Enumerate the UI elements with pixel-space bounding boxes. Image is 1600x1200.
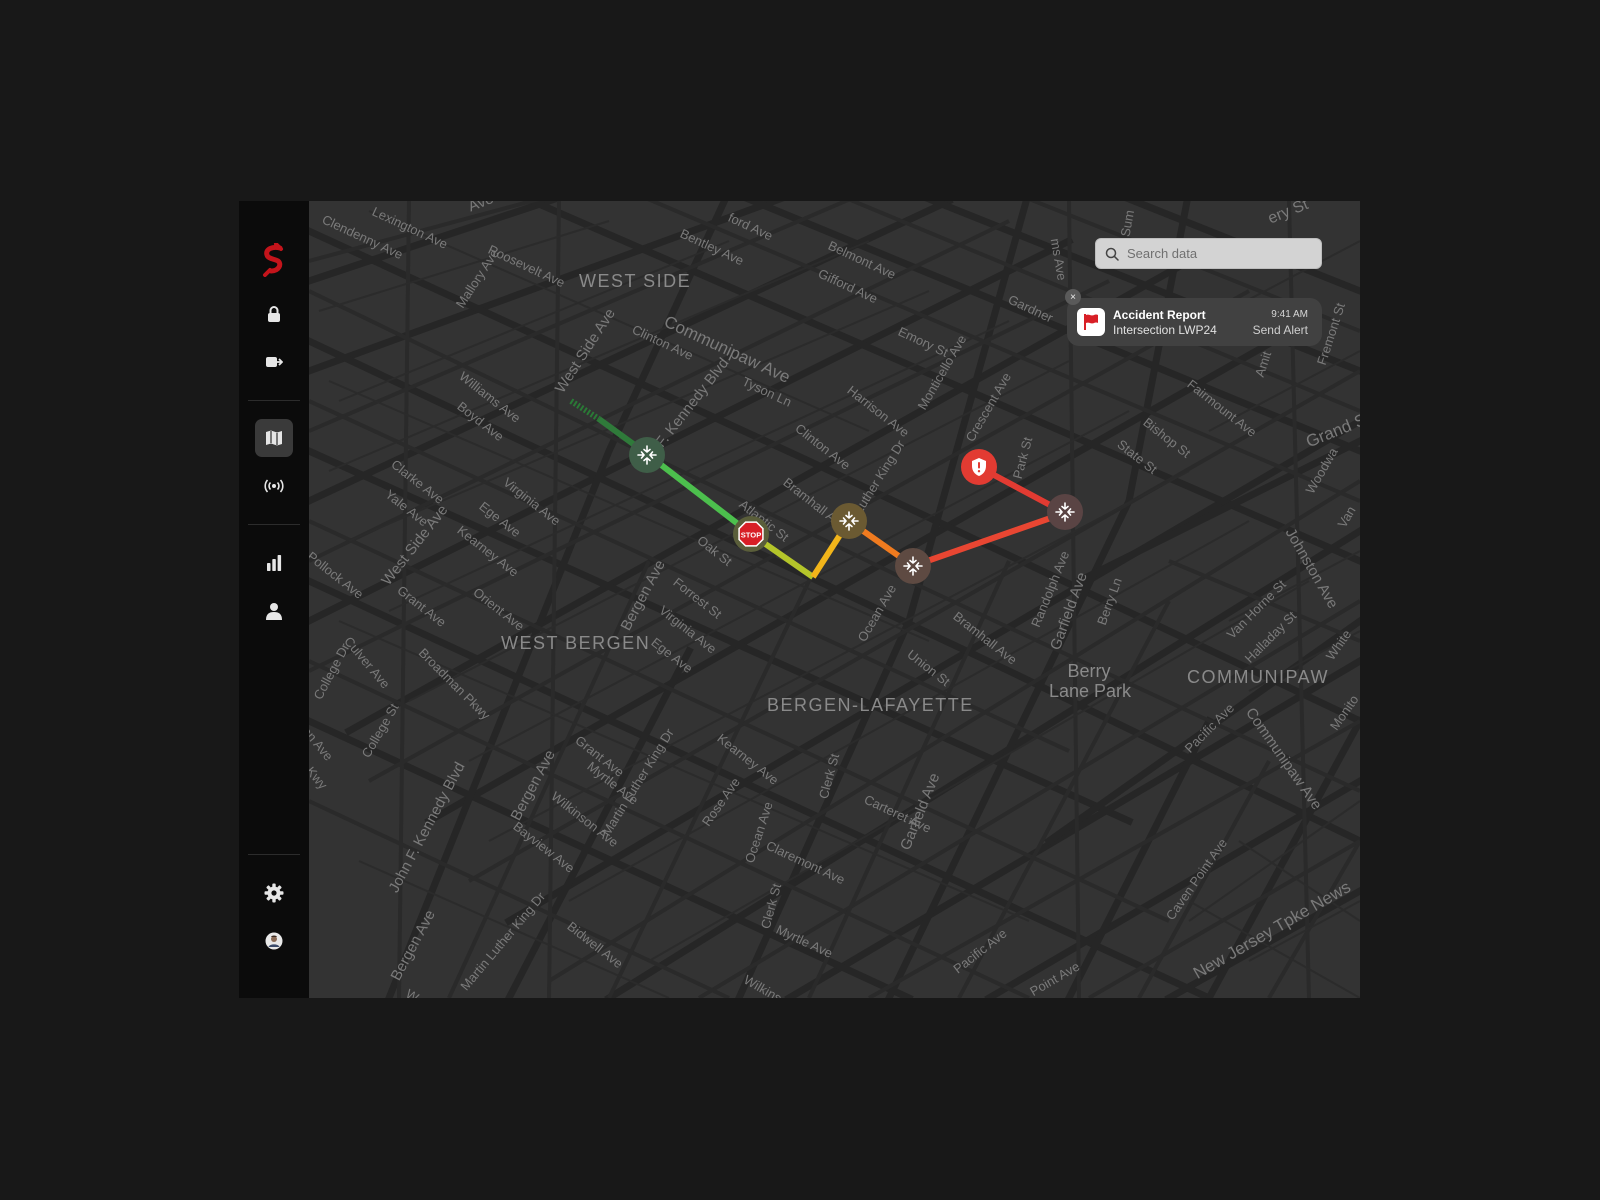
map-view[interactable]: Clendenny Ave Lexington Ave Ave Roosevel… [309, 201, 1360, 998]
sidebar-item-analytics[interactable] [255, 544, 293, 582]
route-marker-incident[interactable] [961, 449, 997, 485]
route-segment [912, 510, 1066, 569]
sidebar-divider [248, 854, 300, 855]
stop-sign-icon: STOP [738, 521, 764, 547]
svg-text:STOP: STOP [741, 530, 762, 539]
route-marker-merge[interactable] [895, 548, 931, 584]
route-segment [645, 451, 753, 537]
search-icon [1105, 247, 1119, 261]
sidebar-item-map[interactable] [255, 419, 293, 457]
brand-logo[interactable] [259, 242, 289, 277]
merge-arrows-icon [903, 556, 923, 576]
alert-subtitle: Intersection LWP24 [1113, 323, 1217, 337]
send-alert-button[interactable]: Send Alert [1253, 323, 1308, 337]
export-icon [266, 357, 283, 367]
sidebar-item-settings[interactable] [255, 874, 293, 912]
merge-arrows-icon [1055, 502, 1075, 522]
sidebar-divider [248, 524, 300, 525]
avatar [265, 932, 283, 950]
lock-icon [268, 306, 280, 322]
alert-title: Accident Report [1113, 308, 1206, 322]
sidebar-item-broadcast[interactable] [255, 467, 293, 505]
sidebar [239, 201, 309, 998]
search-bar[interactable] [1095, 238, 1322, 269]
user-icon [266, 603, 282, 620]
merge-arrows-icon [839, 511, 859, 531]
route-marker-merge[interactable] [629, 437, 665, 473]
sidebar-item-lock[interactable] [255, 295, 293, 333]
sidebar-divider [248, 400, 300, 401]
search-input[interactable] [1125, 245, 1309, 262]
route-marker-merge[interactable] [1047, 494, 1083, 530]
shield-alert-icon [972, 458, 986, 476]
bar-chart-icon [267, 555, 282, 571]
close-icon[interactable]: × [1065, 289, 1081, 305]
alert-time: 9:41 AM [1271, 309, 1308, 320]
flag-icon [1077, 308, 1105, 336]
sidebar-item-profile[interactable] [255, 922, 293, 960]
map-icon [266, 430, 282, 446]
alert-notification[interactable]: × Accident Report Intersection LWP24 9:4… [1065, 289, 1322, 346]
merge-arrows-icon [637, 445, 657, 465]
app-window: Clendenny Ave Lexington Ave Ave Roosevel… [239, 201, 1360, 998]
route-marker-merge[interactable] [831, 503, 867, 539]
sidebar-item-export[interactable] [255, 343, 293, 381]
sidebar-item-user[interactable] [255, 592, 293, 630]
broadcast-icon [264, 479, 284, 493]
gear-icon [264, 883, 284, 903]
route-segment [569, 398, 601, 422]
route-marker-stop[interactable]: STOP [733, 516, 769, 552]
